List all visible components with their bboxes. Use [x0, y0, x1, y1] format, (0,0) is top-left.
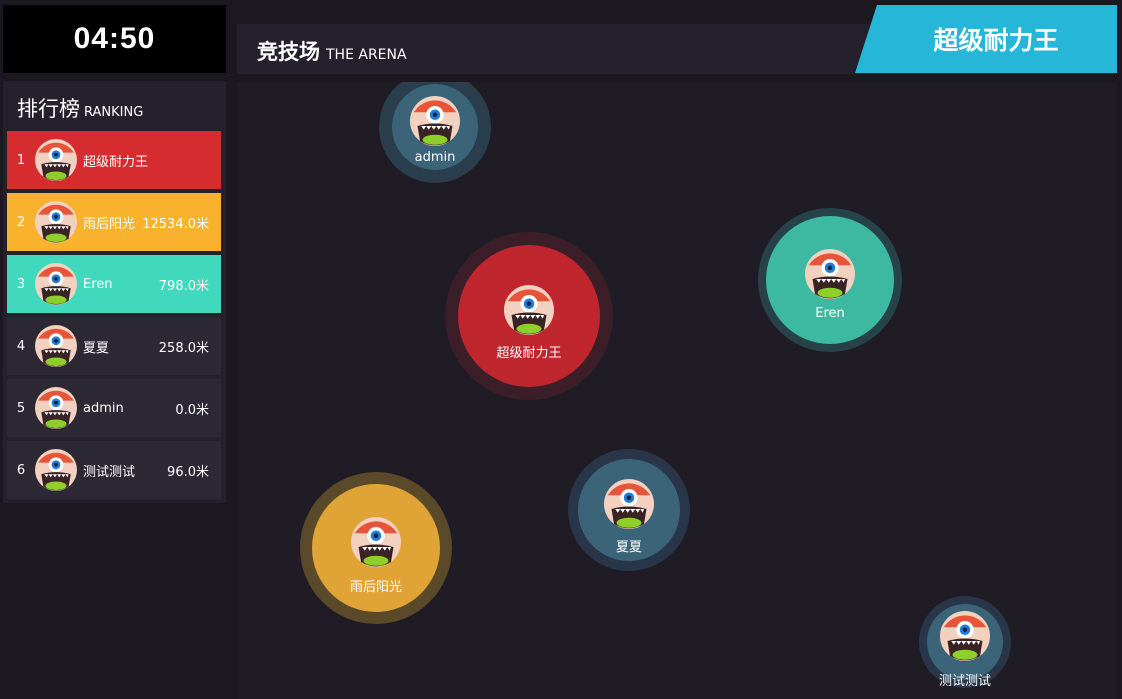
countdown-timer: 04:50	[3, 5, 226, 73]
rank-score: 96.0米	[167, 464, 209, 480]
player-name: 测试测试	[938, 674, 991, 689]
monster-avatar-icon	[410, 96, 460, 146]
arena-title: 竞技场 THE ARENA	[257, 36, 407, 66]
player-bubble[interactable]: Eren	[758, 208, 902, 352]
ranking-title-zh: 排行榜	[17, 97, 80, 121]
rank-number: 3	[16, 276, 26, 292]
monster-avatar-icon	[351, 517, 401, 567]
ranking-row[interactable]: 6 测试测试 96.0米	[7, 441, 221, 499]
rank-player-name: Eren	[83, 276, 113, 292]
rank-player-name: 超级耐力王	[83, 154, 149, 170]
player-bubble[interactable]: 超级耐力王	[445, 232, 613, 400]
monster-avatar-icon	[35, 201, 77, 243]
player-bubble[interactable]: 夏夏	[568, 449, 690, 571]
rank-score: 0.0米	[175, 402, 209, 418]
rank-score: 798.0米	[158, 278, 209, 294]
ranking-row[interactable]: 2 雨后阳光 12534.0米	[7, 193, 221, 251]
rank-number: 2	[16, 214, 26, 230]
arena-field[interactable]: admin 超级耐力王 Eren 雨后阳光 夏夏 测试测试	[237, 82, 1117, 699]
monster-avatar-icon	[35, 139, 77, 181]
player-name: 雨后阳光	[349, 580, 402, 595]
ranking-row[interactable]: 4 夏夏 258.0米	[7, 317, 221, 375]
ranking-title: 排行榜 RANKING	[17, 93, 143, 123]
monster-avatar-icon	[604, 479, 654, 529]
monster-avatar-icon	[805, 249, 855, 299]
rank-number: 5	[16, 400, 26, 416]
monster-avatar-icon	[35, 449, 77, 491]
monster-avatar-icon	[35, 387, 77, 429]
monster-avatar-icon	[940, 611, 990, 661]
leader-banner: 超级耐力王	[855, 5, 1117, 73]
player-name: admin	[414, 150, 456, 165]
player-name: 超级耐力王	[496, 346, 562, 361]
rank-score: 258.0米	[158, 340, 209, 356]
player-name: 夏夏	[615, 540, 642, 555]
ranking-row[interactable]: 5 admin 0.0米	[7, 379, 221, 437]
rank-player-name: 测试测试	[83, 464, 136, 480]
player-bubble[interactable]: admin	[379, 82, 491, 183]
rank-player-name: admin	[83, 400, 124, 416]
rank-number: 1	[16, 152, 26, 168]
ranking-row[interactable]: 3 Eren 798.0米	[7, 255, 221, 313]
arena-title-en: THE ARENA	[326, 47, 407, 63]
player-bubble[interactable]: 测试测试	[919, 596, 1011, 689]
arena-title-zh: 竞技场	[257, 40, 320, 64]
rank-number: 4	[16, 338, 26, 354]
rank-player-name: 夏夏	[83, 340, 110, 356]
rank-score: 12534.0米	[142, 216, 209, 232]
monster-avatar-icon	[504, 285, 554, 335]
rank-number: 6	[16, 462, 26, 478]
ranking-title-en: RANKING	[84, 105, 144, 120]
player-bubble[interactable]: 雨后阳光	[300, 472, 452, 624]
monster-avatar-icon	[35, 263, 77, 305]
monster-avatar-icon	[35, 325, 77, 367]
rank-player-name: 雨后阳光	[83, 216, 136, 232]
player-name: Eren	[815, 306, 845, 321]
ranking-row[interactable]: 1 超级耐力王	[7, 131, 221, 189]
